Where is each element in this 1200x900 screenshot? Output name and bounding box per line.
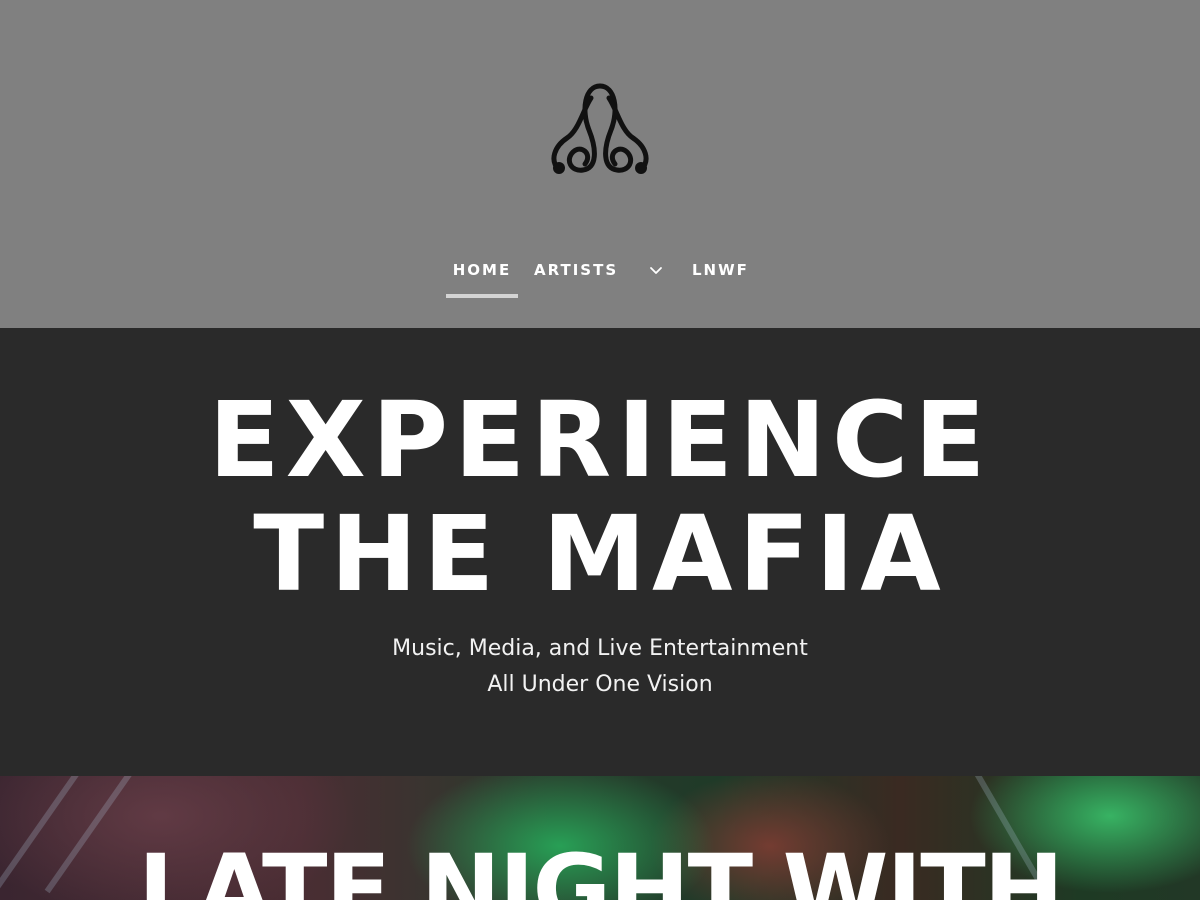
site-header: HOME ARTISTS LNWF — [0, 0, 1200, 328]
nav-item-lnwf[interactable]: LNWF — [692, 256, 752, 300]
featured-image-section: LATE NIGHT WITH — [0, 776, 1200, 900]
chevron-down-icon[interactable] — [648, 262, 664, 278]
nav-item-home-label: HOME — [452, 261, 512, 279]
hero-title-line1: EXPERIENCE — [208, 379, 992, 501]
nav-item-home[interactable]: HOME — [446, 256, 518, 300]
site-logo[interactable] — [545, 80, 655, 176]
featured-title: LATE NIGHT WITH — [137, 834, 1064, 900]
hero-subtitle-line2: All Under One Vision — [487, 672, 713, 697]
hero-title-line2: THE MAFIA — [253, 493, 947, 615]
main-nav: HOME ARTISTS LNWF — [0, 256, 1200, 300]
nav-item-artists[interactable]: ARTISTS — [534, 256, 634, 300]
nav-item-lnwf-label: LNWF — [692, 261, 749, 279]
treble-clef-monogram-logo-icon — [551, 83, 649, 174]
nav-item-artists-label: ARTISTS — [534, 261, 619, 279]
hero-section: EXPERIENCE THE MAFIA Music, Media, and L… — [0, 328, 1200, 776]
active-indicator — [446, 294, 518, 298]
hero-subtitle-line1: Music, Media, and Live Entertainment — [392, 636, 808, 661]
